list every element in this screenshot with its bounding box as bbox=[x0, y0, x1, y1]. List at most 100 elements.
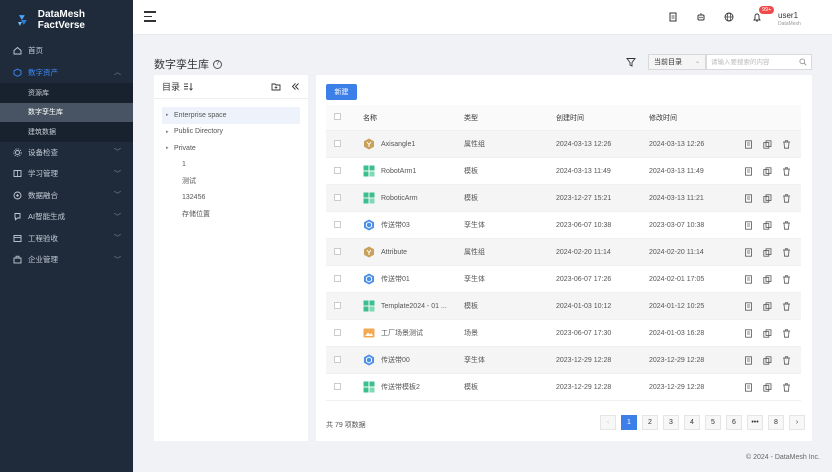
detail-icon[interactable] bbox=[744, 355, 753, 365]
page-button[interactable]: 5 bbox=[705, 415, 721, 430]
page-button[interactable]: 4 bbox=[684, 415, 700, 430]
table-row[interactable]: 传送带00 孪生体 2023-12-29 12:28 2023-12-29 12:28 bbox=[326, 347, 801, 374]
sidebar-item-5[interactable]: AI智能生成 ﹀ bbox=[0, 206, 133, 228]
sidebar-subitem-0[interactable]: 资源库 bbox=[0, 83, 133, 103]
row-checkbox[interactable] bbox=[334, 193, 341, 201]
directory-node[interactable]: ▸ Private bbox=[162, 140, 300, 157]
filter-icon[interactable] bbox=[626, 57, 636, 67]
new-folder-icon[interactable] bbox=[271, 82, 281, 91]
page-button[interactable]: 2 bbox=[642, 415, 658, 430]
copy-icon[interactable] bbox=[763, 139, 772, 149]
detail-icon[interactable] bbox=[744, 166, 753, 176]
row-checkbox[interactable] bbox=[334, 139, 341, 147]
copy-icon[interactable] bbox=[763, 301, 772, 311]
page-ellipsis[interactable]: ••• bbox=[747, 415, 763, 430]
row-name[interactable]: 传送带00 bbox=[381, 355, 410, 365]
row-checkbox[interactable] bbox=[334, 247, 341, 255]
brand[interactable]: DataMesh FactVerse bbox=[0, 0, 133, 40]
table-row[interactable]: Attribute 属性组 2024-02-20 11:14 2024-02-20 1… bbox=[326, 239, 801, 266]
detail-icon[interactable] bbox=[744, 193, 753, 203]
page-button[interactable]: 1 bbox=[621, 415, 637, 430]
detail-icon[interactable] bbox=[744, 301, 753, 311]
detail-icon[interactable] bbox=[744, 247, 753, 257]
row-name[interactable]: 传送带01 bbox=[381, 274, 410, 284]
sidebar-subitem-1[interactable]: 数字孪生库 bbox=[0, 102, 133, 122]
delete-icon[interactable] bbox=[782, 193, 791, 203]
search-input[interactable] bbox=[707, 55, 797, 69]
detail-icon[interactable] bbox=[744, 382, 753, 392]
table-row[interactable]: 传送带模板2 模板 2023-12-29 12:28 2023-12-29 12:28 bbox=[326, 374, 801, 401]
detail-icon[interactable] bbox=[744, 139, 753, 149]
select-all-checkbox[interactable] bbox=[334, 113, 341, 120]
help-icon[interactable]: ? bbox=[213, 59, 222, 69]
column-header-name[interactable]: 名称 bbox=[363, 113, 464, 123]
copy-icon[interactable] bbox=[763, 193, 772, 203]
delete-icon[interactable] bbox=[782, 382, 791, 392]
copy-icon[interactable] bbox=[763, 382, 772, 392]
caret-right-icon[interactable]: ▸ bbox=[166, 145, 174, 151]
sidebar-item-3[interactable]: 学习管理 ﹀ bbox=[0, 163, 133, 185]
directory-node[interactable]: ▸ Enterprise space bbox=[162, 107, 300, 124]
detail-icon[interactable] bbox=[744, 220, 753, 230]
sidebar-item-1[interactable]: 数字资产 ︿ bbox=[0, 62, 133, 84]
user-name[interactable]: user1 bbox=[778, 11, 798, 20]
row-checkbox[interactable] bbox=[334, 220, 341, 228]
row-name[interactable]: Attribute bbox=[381, 249, 407, 256]
row-checkbox[interactable] bbox=[334, 166, 341, 174]
sidebar-subitem-2[interactable]: 建筑数据 bbox=[0, 122, 133, 142]
copy-icon[interactable] bbox=[763, 328, 772, 338]
delete-icon[interactable] bbox=[782, 220, 791, 230]
sort-icon[interactable] bbox=[183, 82, 193, 91]
delete-icon[interactable] bbox=[782, 166, 791, 176]
row-name[interactable]: RoboticArm bbox=[381, 195, 418, 202]
delete-icon[interactable] bbox=[782, 274, 791, 284]
column-header-type[interactable]: 类型 bbox=[464, 113, 556, 123]
row-checkbox[interactable] bbox=[334, 382, 341, 390]
sidebar-item-0[interactable]: 首页 bbox=[0, 40, 133, 62]
directory-node[interactable]: ▸ Public Directory bbox=[162, 124, 300, 141]
caret-right-icon[interactable]: ▸ bbox=[166, 112, 174, 118]
row-checkbox[interactable] bbox=[334, 274, 341, 282]
detail-icon[interactable] bbox=[744, 274, 753, 284]
directory-node[interactable]: 测试 bbox=[162, 173, 300, 190]
detail-icon[interactable] bbox=[744, 328, 753, 338]
page-button[interactable]: 8 bbox=[768, 415, 784, 430]
sidebar-item-4[interactable]: 数据融合 ﹀ bbox=[0, 185, 133, 207]
table-row[interactable]: Template2024 - 01 ... 模板 2024-01-03 10:12 2… bbox=[326, 293, 801, 320]
column-header-created[interactable]: 创建时间 bbox=[556, 113, 649, 123]
row-checkbox[interactable] bbox=[334, 355, 341, 363]
menu-toggle-icon[interactable] bbox=[144, 11, 156, 22]
delete-icon[interactable] bbox=[782, 301, 791, 311]
table-row[interactable]: 工厂场景测试 场景 2023-06-07 17:30 2024-01-03 16:28 bbox=[326, 320, 801, 347]
collapse-panel-icon[interactable] bbox=[291, 82, 300, 91]
row-checkbox[interactable] bbox=[334, 301, 341, 309]
row-name[interactable]: 工厂场景测试 bbox=[381, 328, 423, 338]
copy-icon[interactable] bbox=[763, 274, 772, 284]
copy-icon[interactable] bbox=[763, 220, 772, 230]
sidebar-item-6[interactable]: 工程验收 ﹀ bbox=[0, 228, 133, 250]
row-name[interactable]: RobotArm1 bbox=[381, 168, 416, 175]
page-button[interactable]: 6 bbox=[726, 415, 742, 430]
column-header-modified[interactable]: 修改时间 bbox=[649, 113, 744, 123]
directory-node[interactable]: 132456 bbox=[162, 190, 300, 207]
delete-icon[interactable] bbox=[782, 139, 791, 149]
scope-select[interactable]: 当前目录 ⌄ bbox=[648, 54, 706, 70]
row-checkbox[interactable] bbox=[334, 328, 341, 336]
copy-icon[interactable] bbox=[763, 355, 772, 365]
copy-icon[interactable] bbox=[763, 247, 772, 257]
new-button[interactable]: 新建 bbox=[326, 84, 357, 100]
search-icon[interactable] bbox=[799, 58, 807, 66]
delete-icon[interactable] bbox=[782, 328, 791, 338]
robot-icon[interactable] bbox=[696, 12, 706, 22]
sidebar-item-2[interactable]: 设备检查 ﹀ bbox=[0, 142, 133, 164]
table-row[interactable]: 传送带03 孪生体 2023-06-07 10:38 2023-03-07 10:38 bbox=[326, 212, 801, 239]
prev-page-button[interactable]: ‹ bbox=[600, 415, 616, 430]
page-button[interactable]: 3 bbox=[663, 415, 679, 430]
row-name[interactable]: 传送带03 bbox=[381, 220, 410, 230]
caret-right-icon[interactable]: ▸ bbox=[166, 129, 174, 135]
clipboard-icon[interactable] bbox=[668, 12, 678, 22]
table-row[interactable]: RobotArm1 模板 2024-03-13 11:49 2024-03-13 11… bbox=[326, 158, 801, 185]
next-page-button[interactable]: › bbox=[789, 415, 805, 430]
table-row[interactable]: RoboticArm 模板 2023-12-27 15:21 2024-03-13 1… bbox=[326, 185, 801, 212]
globe-icon[interactable] bbox=[724, 12, 734, 22]
